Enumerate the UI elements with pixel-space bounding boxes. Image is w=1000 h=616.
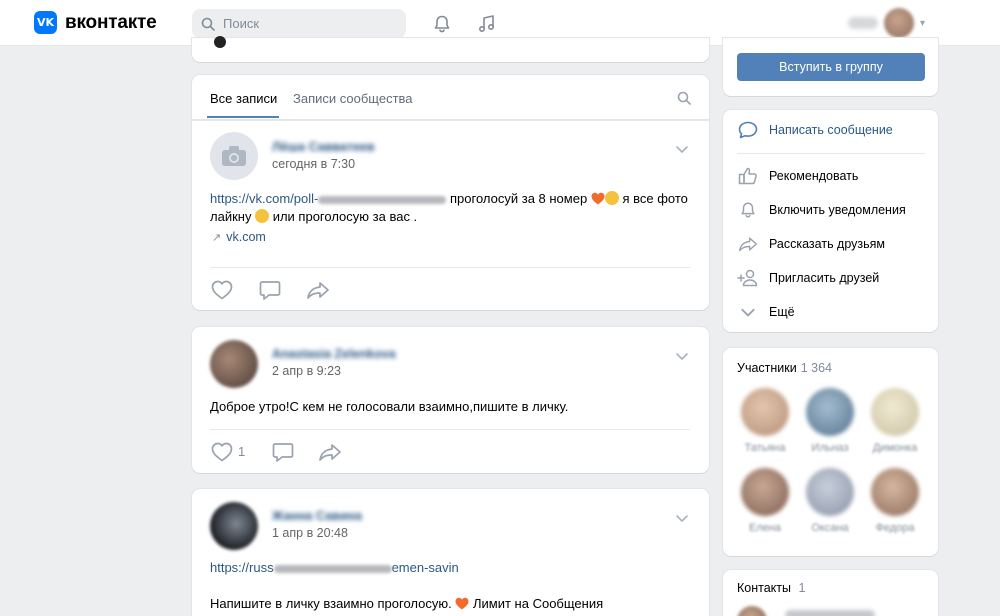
- avatar: [806, 468, 854, 516]
- previous-card-fragment: [192, 36, 709, 62]
- post-text: https://russ emen-savin: [210, 560, 459, 575]
- post-card: Лёша Савватеев сегодня в 7:30 https://vk…: [192, 120, 709, 310]
- menu-item-tell-friends[interactable]: Рассказать друзьям: [737, 233, 885, 255]
- avatar: [806, 388, 854, 436]
- menu-item-write-message[interactable]: Написать сообщение: [737, 119, 893, 141]
- music-icon[interactable]: [476, 13, 498, 35]
- post-card: Жанна Савина 1 апр в 20:48 https://russ e…: [192, 489, 709, 616]
- share-icon: [737, 233, 759, 255]
- group-actions-menu: Написать сообщение Рекомендовать Включит…: [723, 110, 938, 332]
- member-item[interactable]: Елена: [739, 468, 791, 534]
- post-author[interactable]: Anastasia Zelenkova: [272, 347, 396, 361]
- thumbs-up-icon: [737, 165, 759, 187]
- share-icon[interactable]: [318, 440, 342, 464]
- chevron-down-icon[interactable]: [675, 511, 689, 525]
- comment-icon[interactable]: [258, 278, 282, 302]
- add-user-icon: [737, 267, 759, 289]
- avatar[interactable]: [210, 502, 258, 550]
- contacts-title[interactable]: Контакты 1: [737, 581, 805, 595]
- bell-icon[interactable]: [431, 13, 453, 35]
- post-text: Напишите в личку взаимно проголосую. Лим…: [210, 596, 604, 611]
- post-text: Доброе утро!С кем не голосовали взаимно,…: [210, 399, 569, 414]
- search-placeholder: Поиск: [223, 16, 260, 31]
- like-icon[interactable]: [210, 278, 234, 302]
- user-menu[interactable]: ▾: [848, 8, 925, 38]
- pleading-emoji-icon: [604, 191, 619, 205]
- post-date[interactable]: сегодня в 7:30: [272, 157, 355, 171]
- pleading-emoji-icon: [255, 209, 270, 223]
- camera-icon: [222, 146, 246, 166]
- post-card: Anastasia Zelenkova 2 апр в 9:23 Доброе …: [192, 327, 709, 473]
- menu-item-recommend[interactable]: Рекомендовать: [737, 165, 858, 187]
- avatar: [741, 388, 789, 436]
- chevron-down-icon[interactable]: [675, 142, 689, 156]
- avatar: [871, 388, 919, 436]
- message-icon: [737, 119, 759, 141]
- post-author[interactable]: Лёша Савватеев: [272, 140, 375, 154]
- chevron-down-icon: [737, 301, 759, 323]
- post-link[interactable]: https://russ: [210, 560, 274, 575]
- avatar: [214, 36, 226, 48]
- avatar[interactable]: [210, 132, 258, 180]
- user-name: [848, 17, 878, 29]
- link-attachment[interactable]: ↗ vk.com: [212, 230, 266, 244]
- contact-name[interactable]: [785, 610, 875, 616]
- avatar: [871, 468, 919, 516]
- chevron-down-icon: ▾: [920, 17, 926, 29]
- avatar: [741, 468, 789, 516]
- share-icon[interactable]: [306, 278, 330, 302]
- search-icon[interactable]: [677, 91, 691, 108]
- menu-item-more[interactable]: Ещё: [737, 301, 795, 323]
- vk-logo-mark: VK: [34, 11, 57, 34]
- vk-logo-text: вконтакте: [65, 11, 157, 33]
- tab-all-posts[interactable]: Все записи: [210, 91, 277, 106]
- member-item[interactable]: Димонка: [869, 388, 921, 454]
- bell-icon: [737, 199, 759, 221]
- avatar[interactable]: [737, 606, 767, 616]
- member-item[interactable]: Ильназ: [804, 388, 856, 454]
- wall-tabs: Все записи Записи сообщества: [192, 75, 709, 120]
- members-block: Участники 1 364 Татьяна Ильназ Димонка Ел…: [723, 348, 938, 556]
- search-input[interactable]: Поиск: [192, 9, 406, 38]
- tab-active-indicator: [207, 116, 279, 118]
- heart-emoji-icon: [455, 597, 469, 610]
- comment-icon[interactable]: [271, 440, 295, 464]
- members-title[interactable]: Участники 1 364: [737, 361, 832, 375]
- search-icon: [201, 17, 215, 31]
- join-group-button[interactable]: Вступить в группу: [737, 53, 925, 81]
- post-link[interactable]: https://vk.com/poll-: [210, 191, 318, 206]
- menu-item-invite-friends[interactable]: Пригласить друзей: [737, 267, 879, 289]
- members-count: 1 364: [800, 361, 832, 375]
- tab-community-posts[interactable]: Записи сообщества: [293, 91, 413, 106]
- post-author[interactable]: Жанна Савина: [272, 509, 362, 523]
- avatar[interactable]: [210, 340, 258, 388]
- avatar: [884, 8, 914, 38]
- vk-logo[interactable]: VK вконтакте: [34, 11, 157, 34]
- member-item[interactable]: Федора: [869, 468, 921, 534]
- member-item[interactable]: Татьяна: [739, 388, 791, 454]
- like-icon[interactable]: [210, 440, 234, 464]
- member-item[interactable]: Оксана: [804, 468, 856, 534]
- heart-emoji-icon: [591, 192, 605, 205]
- like-count: 1: [238, 444, 246, 459]
- post-date[interactable]: 2 апр в 9:23: [272, 364, 341, 378]
- link-arrow-icon: ↗: [212, 231, 222, 244]
- post-date[interactable]: 1 апр в 20:48: [272, 526, 348, 540]
- chevron-down-icon[interactable]: [675, 349, 689, 363]
- post-text: https://vk.com/poll- проголосуй за 8 ном…: [210, 191, 688, 224]
- menu-item-notifications[interactable]: Включить уведомления: [737, 199, 906, 221]
- contacts-block: Контакты 1: [723, 570, 938, 616]
- contacts-count: 1: [798, 581, 806, 595]
